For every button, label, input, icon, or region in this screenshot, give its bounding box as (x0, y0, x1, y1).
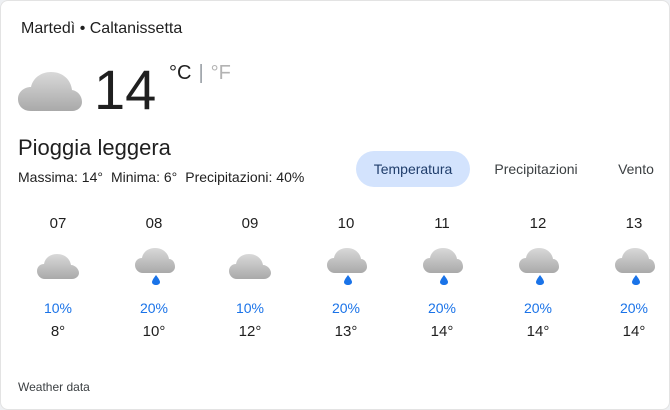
weather-card: Martedì • Caltanissetta 14 °C | °F Pioggia… (0, 0, 670, 410)
hour-temperature: 12° (238, 323, 262, 340)
max-temperature: Massima: 14° (18, 169, 103, 185)
cloud-icon (18, 72, 82, 111)
hour-item[interactable]: 11 20% 14° (407, 209, 477, 341)
fahrenheit-toggle[interactable]: °F (211, 62, 231, 84)
hour-time: 11 (434, 215, 450, 232)
hour-item[interactable]: 12 20% 14° (503, 209, 573, 341)
weather-condition: Pioggia leggera (18, 135, 171, 160)
precip-chance: 20% (427, 300, 457, 316)
cloud-rain-icon (135, 248, 175, 285)
hour-time: 09 (241, 215, 259, 232)
celsius-toggle[interactable]: °C (169, 62, 191, 84)
tab-precipitazioni[interactable]: Precipitazioni (480, 151, 592, 187)
hour-item[interactable]: 08 20% 10° (119, 209, 189, 341)
cloud-rain-icon (423, 248, 463, 285)
hour-temperature: 14° (526, 323, 550, 340)
cloud-icon (229, 254, 271, 279)
cloud-icon (37, 254, 79, 279)
hour-item[interactable]: 10 20% 13° (311, 209, 381, 341)
hour-temperature: 8° (50, 323, 66, 340)
hour-temperature: 14° (622, 323, 646, 340)
location-date: Martedì • Caltanissetta (21, 20, 183, 37)
hourly-forecast: 07 10% 8° 08 20% 10° 09 10% 12° 10 20% 1… (1, 209, 669, 349)
precip-chance: 20% (619, 300, 649, 316)
precipitation-chance: Precipitazioni: 40% (185, 169, 305, 185)
hour-temperature: 13° (334, 323, 358, 340)
hour-time: 12 (529, 215, 547, 232)
cloud-rain-icon (615, 248, 655, 285)
hour-time: 10 (337, 215, 355, 232)
hour-time: 08 (145, 215, 163, 232)
precip-chance: 10% (235, 300, 265, 316)
weather-data-link[interactable]: Weather data (18, 380, 90, 394)
unit-switcher: °C | °F (169, 61, 231, 85)
hour-item[interactable]: 09 10% 12° (215, 209, 285, 341)
hour-time: 07 (49, 215, 67, 232)
hour-temperature: 14° (430, 323, 454, 340)
current-temperature: 14 (94, 58, 157, 121)
hour-item[interactable]: 07 10% 8° (23, 209, 93, 341)
min-temperature: Minima: 6° (110, 169, 178, 185)
tab-vento[interactable]: Vento (608, 151, 664, 187)
precip-chance: 10% (43, 300, 73, 316)
precip-chance: 20% (139, 300, 169, 316)
hour-temperature: 10° (142, 323, 166, 340)
unit-separator: | (198, 62, 204, 84)
hour-item[interactable]: 13 20% 14° (599, 209, 669, 341)
tab-temperatura[interactable]: Temperatura (356, 151, 470, 187)
precip-chance: 20% (331, 300, 361, 316)
cloud-rain-icon (327, 248, 367, 285)
weather-details: Massima: 14° Minima: 6° Precipitazioni: 40… (18, 169, 312, 185)
precip-chance: 20% (523, 300, 553, 316)
cloud-rain-icon (519, 248, 559, 285)
hour-time: 13 (625, 215, 643, 232)
